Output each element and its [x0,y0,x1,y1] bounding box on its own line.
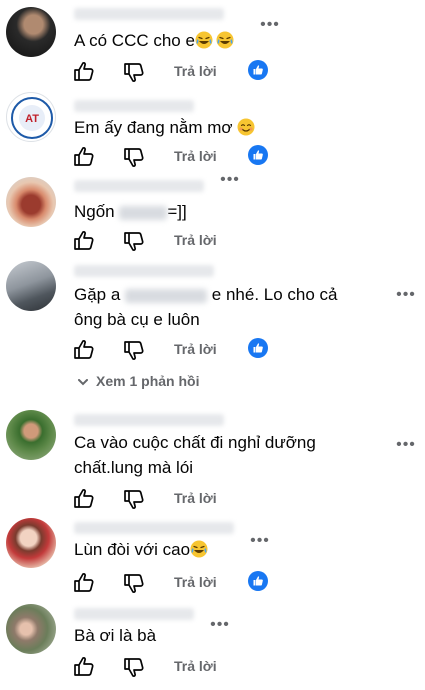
svg-text:AT: AT [25,113,39,125]
comment-actions: Trả lời [72,487,292,511]
thumbs-up-outline-icon[interactable] [72,338,96,362]
author-name-blurred[interactable] [74,414,224,426]
like-reaction-badge-icon[interactable] [248,60,268,80]
avatar[interactable] [6,177,56,227]
redacted-text [125,288,208,303]
author-name-blurred[interactable] [74,265,214,277]
thumbs-down-outline-icon[interactable] [122,571,146,595]
thumbs-down-outline-icon[interactable] [122,338,146,362]
avatar[interactable] [6,7,56,57]
thumbs-up-outline-icon[interactable] [72,60,96,84]
comment-text: Bà ơi là bà [74,626,157,645]
chevron-down-icon [78,377,88,389]
comment-text-line2: chất.lung mà lói [74,458,194,477]
thumbs-down-outline-icon[interactable] [122,145,146,169]
avatar[interactable] [6,261,56,311]
reply-button[interactable]: Trả lời [174,574,217,590]
comment-actions: Trả lời [72,145,292,169]
avatar[interactable] [6,518,56,568]
more-options-button[interactable]: ••• [258,17,282,34]
more-options-button[interactable]: ••• [208,617,232,634]
view-replies-button[interactable]: Xem 1 phản hồi [78,373,199,389]
comment-text: Ca vào cuộc chất đi nghỉ dưỡng [74,433,316,452]
comment-actions: Trả lời [72,571,292,595]
reply-button[interactable]: Trả lời [174,341,217,357]
comment-text-line2: ông bà cụ e luôn [74,310,200,329]
comment-text: A có CCC cho e [74,28,234,53]
reply-button[interactable]: Trả lời [174,148,217,164]
laughing-tears-emoji [194,31,213,49]
redacted-text [119,205,168,220]
like-reaction-badge-icon[interactable] [248,338,268,358]
more-options-button[interactable]: ••• [218,172,242,189]
reply-button[interactable]: Trả lời [174,658,217,674]
reply-button[interactable]: Trả lời [174,490,217,506]
logo-avatar-icon: AT [11,97,53,139]
reply-button[interactable]: Trả lời [174,63,217,79]
like-reaction-badge-icon[interactable] [248,571,268,591]
author-name-blurred[interactable] [74,8,224,20]
laughing-tears-emoji [215,31,234,49]
thumbs-down-outline-icon[interactable] [122,229,146,253]
thumbs-up-outline-icon[interactable] [72,655,96,679]
more-options-button[interactable]: ••• [394,437,418,454]
comment-text: Ngốn =]] [74,202,187,221]
avatar[interactable] [6,410,56,460]
comment-actions: Trả lời [72,229,292,253]
thumbs-up-outline-icon[interactable] [72,229,96,253]
comment-text: Gặp a e nhé. Lo cho cả [74,285,338,304]
thumbs-down-outline-icon[interactable] [122,60,146,84]
avatar[interactable] [6,604,56,654]
author-name-blurred[interactable] [74,180,204,192]
more-options-button[interactable]: ••• [248,533,272,550]
author-name-blurred[interactable] [74,100,194,112]
thumbs-down-outline-icon[interactable] [122,655,146,679]
thumbs-up-outline-icon[interactable] [72,571,96,595]
comment-text: Em ấy đang nằm mơ [74,115,256,140]
avatar[interactable]: AT [6,92,56,142]
reply-button[interactable]: Trả lời [174,232,217,248]
laughing-tears-emoji [190,540,209,558]
comment-actions: Trả lời [72,338,292,362]
thumbs-up-outline-icon[interactable] [72,145,96,169]
author-name-blurred[interactable] [74,522,234,534]
smiling-blush-emoji [237,118,256,136]
comment-actions: Trả lời [72,655,292,679]
thumbs-down-outline-icon[interactable] [122,487,146,511]
thumbs-up-outline-icon[interactable] [72,487,96,511]
comment-text: Lùn đòi với cao [74,537,209,562]
comment-actions: Trả lời [72,60,292,84]
author-name-blurred[interactable] [74,608,194,620]
like-reaction-badge-icon[interactable] [248,145,268,165]
more-options-button[interactable]: ••• [394,287,418,304]
